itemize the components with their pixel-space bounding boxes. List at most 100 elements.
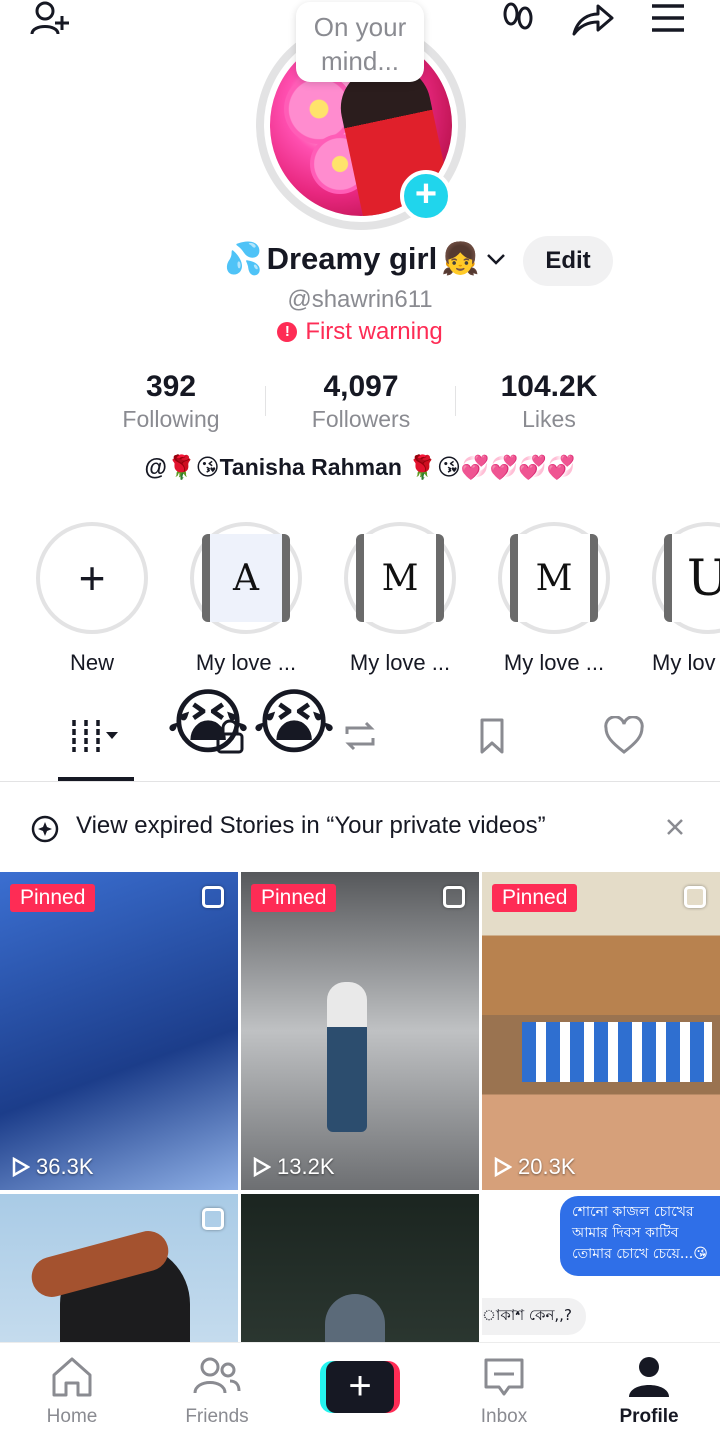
profile-stats: 392 Following 4,097 Followers 104.2K Lik… [0,370,720,440]
nav-inbox[interactable]: Inbox [449,1355,559,1428]
nav-home[interactable]: Home [17,1355,127,1428]
profile-icon [629,1357,669,1397]
view-count: 36.3K [12,1154,94,1180]
highlight-letter: M [356,534,444,622]
bottom-navigation: Home Friends + Inbox Profile [0,1342,720,1448]
highlight-circle: M [344,522,456,634]
close-icon[interactable] [664,816,686,838]
highlight-circle: U [652,522,720,634]
name-suffix-emoji: 👧 [441,241,480,276]
highlight-circle: M [498,522,610,634]
video-thumbnail[interactable]: Pinned 13.2K [241,872,479,1190]
highlight-label: New [69,650,114,675]
add-friend-icon[interactable] [28,0,72,40]
repost-icon [345,721,375,751]
select-checkbox[interactable] [443,886,465,908]
stat-value: 392 [145,370,197,403]
nav-friends[interactable]: Friends [162,1355,272,1428]
warning-text: First warning [305,318,443,345]
stat-label: Likes [522,406,576,432]
menu-icon[interactable] [646,0,690,40]
video-thumbnail[interactable] [0,1194,238,1342]
pinned-badge: Pinned [492,884,578,912]
divider [265,386,266,416]
highlight-label: My love ... [503,650,605,675]
stat-value: 4,097 [323,370,399,403]
edit-profile-button[interactable]: Edit [523,236,613,286]
highlight-label: My lov [652,650,716,675]
chat-screenshot-thumbnail[interactable]: শোনো কাজল চোখের আমার দিবস কাটিব তোমার চো… [482,1194,720,1342]
stat-likes[interactable]: 104.2K Likes [464,370,634,433]
friends-icon [193,1357,241,1394]
name-text: Dreamy girl [266,240,438,276]
play-icon [494,1157,512,1177]
highlight-circle: + [36,522,148,634]
select-checkbox[interactable] [202,1208,224,1230]
highlight-item[interactable]: M My love ... [344,522,456,676]
crying-emoji-sticker: 😭 [166,683,251,763]
highlight-label: My love ... [349,650,451,675]
highlight-new[interactable]: + New [36,522,148,676]
tab-videos[interactable] [56,690,136,782]
profile-name[interactable]: 💦 Dreamy girl 👧 [224,240,508,277]
profile-bio: @🌹😘Tanisha Rahman 🌹😘💞💞💞💞 [144,454,576,480]
home-icon [52,1357,92,1397]
view-count-text: 36.3K [36,1154,94,1179]
video-thumbnail[interactable] [241,1194,479,1342]
view-count-text: 13.2K [277,1154,335,1179]
footprints-icon[interactable] [496,0,540,40]
highlight-item[interactable]: A My love ... [190,522,302,676]
nav-profile[interactable]: Profile [594,1355,704,1428]
content-tabs: 😭 😭 [0,683,720,782]
nav-label: Profile [619,1406,679,1427]
highlight-letter: A [202,534,290,622]
name-row: 💦 Dreamy girl 👧 Edit [0,236,720,286]
highlight-label: My love ... [195,650,297,675]
highlight-circle: A [190,522,302,634]
pinned-badge: Pinned [251,884,337,912]
create-button[interactable]: + [320,1361,400,1413]
stat-following[interactable]: 392 Following [86,370,256,433]
active-tab-indicator [58,777,134,781]
story-highlights: + New A My love ... M My love ... M My l… [0,522,720,682]
username-handle: @shawrin611 [287,286,433,313]
video-thumbnail[interactable]: Pinned 36.3K [0,872,238,1190]
highlight-item[interactable]: U My lov [652,522,720,676]
grid-icon [72,720,118,752]
nav-label: Home [46,1406,98,1427]
view-count: 13.2K [253,1154,335,1180]
add-story-button[interactable]: + [400,170,452,222]
select-checkbox[interactable] [202,886,224,908]
stat-followers[interactable]: 4,097 Followers [276,370,446,433]
name-prefix-emoji: 💦 [224,241,263,276]
thought-bubble[interactable]: On your mind... [296,2,424,82]
share-icon[interactable] [570,0,614,40]
video-thumbnail[interactable]: Pinned 20.3K [482,872,720,1190]
stat-label: Following [122,406,220,432]
tab-favorites[interactable] [452,690,532,782]
expired-stories-banner[interactable]: View expired Stories in “Your private vi… [0,782,720,870]
heart-icon [604,716,644,754]
play-icon [253,1157,271,1177]
highlight-letter: M [510,534,598,622]
warning-link[interactable]: ! First warning [0,318,720,346]
inbox-icon [484,1358,524,1396]
plus-icon: + [326,1361,394,1413]
select-checkbox[interactable] [684,886,706,908]
nav-label: Friends [185,1406,249,1427]
view-count-text: 20.3K [518,1154,576,1179]
chat-reply: াকাশ কেন,,? [482,1298,586,1335]
stat-value: 104.2K [500,370,598,403]
chevron-down-icon[interactable] [484,247,508,271]
divider [455,386,456,416]
banner-text: View expired Stories in “Your private vi… [76,812,546,839]
play-icon [12,1157,30,1177]
chat-bubble: শোনো কাজল চোখের আমার দিবস কাটিব তোমার চো… [560,1196,720,1276]
stat-label: Followers [311,406,411,432]
plus-icon: + [78,552,106,604]
highlight-letter: U [664,534,720,622]
highlight-item[interactable]: M My love ... [498,522,610,676]
sparkle-icon [31,815,59,843]
tab-liked[interactable] [584,690,664,782]
video-grid: Pinned 36.3K Pinned 13.2K Pinned 20.3K শ… [0,872,720,1342]
